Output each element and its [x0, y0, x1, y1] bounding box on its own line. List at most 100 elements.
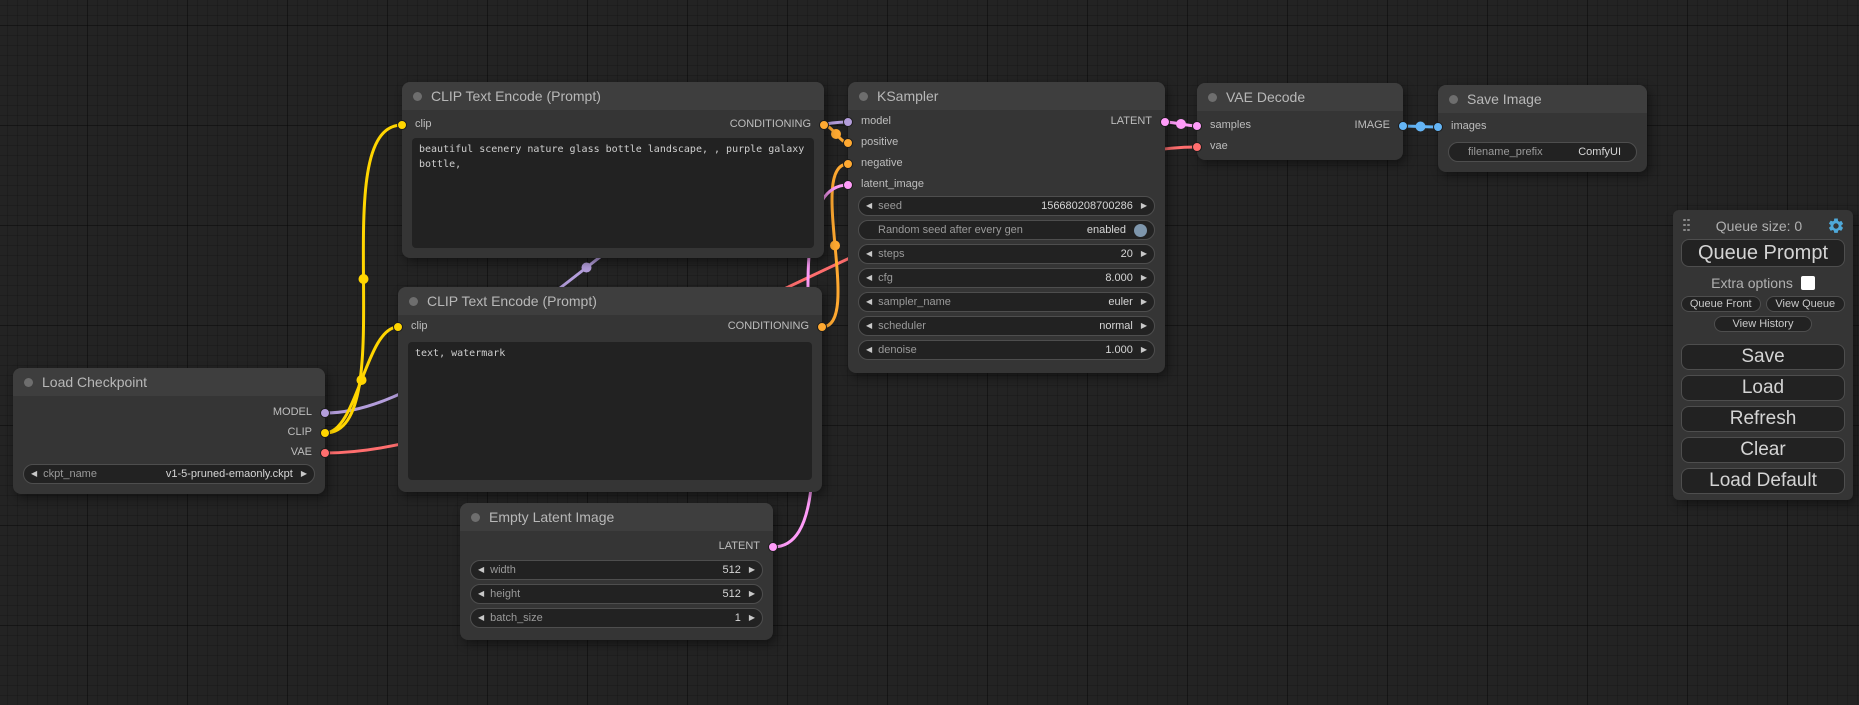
widget-value: euler — [1108, 296, 1132, 308]
widget-label: width — [490, 564, 516, 576]
slot-label-clip: clip — [411, 320, 428, 332]
arrow-left-icon[interactable]: ◀ — [866, 298, 872, 306]
view-queue-button[interactable]: View Queue — [1766, 296, 1846, 312]
widget-value: 156680208700286 — [1041, 200, 1133, 212]
node-clip-encode-2[interactable]: CLIP Text Encode (Prompt)clipCONDITIONIN… — [398, 287, 822, 492]
arrow-right-icon[interactable]: ▶ — [749, 590, 755, 598]
output-port-CONDITIONING[interactable] — [819, 120, 829, 130]
settings-gear-icon[interactable] — [1827, 217, 1845, 235]
arrow-left-icon[interactable]: ◀ — [866, 202, 872, 210]
widget-value: v1-5-pruned-emaonly.ckpt — [166, 468, 293, 480]
widget-label: height — [490, 588, 520, 600]
drag-handle-icon[interactable] — [1683, 219, 1691, 234]
input-port-samples[interactable] — [1192, 121, 1202, 131]
arrow-right-icon[interactable]: ▶ — [1141, 274, 1147, 282]
collapse-dot-icon[interactable] — [859, 92, 868, 101]
node-title-text: Save Image — [1467, 91, 1542, 107]
widget-batch_size[interactable]: ◀batch_size1▶ — [470, 608, 763, 628]
input-port-images[interactable] — [1433, 122, 1443, 132]
slot-label-MODEL: MODEL — [273, 406, 312, 418]
node-save-image[interactable]: Save Image images filename_prefixComfyUI — [1438, 85, 1647, 172]
input-port-latent_image[interactable] — [843, 180, 853, 190]
load-button[interactable]: Load — [1681, 375, 1845, 401]
arrow-left-icon[interactable]: ◀ — [478, 566, 484, 574]
arrow-left-icon[interactable]: ◀ — [31, 470, 37, 478]
widget-scheduler[interactable]: ◀schedulernormal▶ — [858, 316, 1155, 336]
widget-height[interactable]: ◀height512▶ — [470, 584, 763, 604]
slot-label-IMAGE: IMAGE — [1355, 119, 1390, 131]
arrow-left-icon[interactable]: ◀ — [866, 274, 872, 282]
node-title-text: CLIP Text Encode (Prompt) — [427, 293, 597, 309]
widget-Random seed after every gen[interactable]: Random seed after every genenabled — [858, 220, 1155, 240]
node-graph-canvas[interactable]: Load CheckpointMODELCLIPVAE◀ckpt_namev1-… — [0, 0, 1859, 705]
arrow-right-icon[interactable]: ▶ — [301, 470, 307, 478]
save-button[interactable]: Save — [1681, 344, 1845, 370]
arrow-right-icon[interactable]: ▶ — [1141, 250, 1147, 258]
output-port-IMAGE[interactable] — [1398, 121, 1408, 131]
node-title-bar: VAE Decode — [1197, 83, 1403, 111]
input-port-clip[interactable] — [393, 322, 403, 332]
refresh-button[interactable]: Refresh — [1681, 406, 1845, 432]
prompt-textarea[interactable]: beautiful scenery nature glass bottle la… — [412, 138, 814, 248]
output-port-LATENT[interactable] — [768, 542, 778, 552]
node-title-text: KSampler — [877, 88, 938, 104]
node-empty-latent[interactable]: Empty Latent ImageLATENT◀width512▶◀heigh… — [460, 503, 773, 640]
extra-options-checkbox[interactable] — [1801, 276, 1815, 290]
arrow-left-icon[interactable]: ◀ — [478, 614, 484, 622]
widget-steps[interactable]: ◀steps20▶ — [858, 244, 1155, 264]
widget-seed[interactable]: ◀seed156680208700286▶ — [858, 196, 1155, 216]
arrow-right-icon[interactable]: ▶ — [1141, 202, 1147, 210]
slot-label-clip: clip — [415, 118, 432, 130]
arrow-right-icon[interactable]: ▶ — [1141, 298, 1147, 306]
widget-label: cfg — [878, 272, 893, 284]
slot-label-model: model — [861, 115, 891, 127]
arrow-left-icon[interactable]: ◀ — [866, 250, 872, 258]
input-port-clip[interactable] — [397, 120, 407, 130]
collapse-dot-icon[interactable] — [413, 92, 422, 101]
widget-label: sampler_name — [878, 296, 951, 308]
view-history-button[interactable]: View History — [1714, 316, 1812, 332]
node-ksampler[interactable]: KSamplermodelLATENTpositivenegativelaten… — [848, 82, 1165, 373]
input-port-negative[interactable] — [843, 159, 853, 169]
collapse-dot-icon[interactable] — [24, 378, 33, 387]
widget-width[interactable]: ◀width512▶ — [470, 560, 763, 580]
collapse-dot-icon[interactable] — [471, 513, 480, 522]
clear-button[interactable]: Clear — [1681, 437, 1845, 463]
arrow-left-icon[interactable]: ◀ — [866, 322, 872, 330]
arrow-right-icon[interactable]: ▶ — [749, 566, 755, 574]
node-vae-decode[interactable]: VAE DecodesamplesIMAGEvae — [1197, 83, 1403, 160]
queue-prompt-button[interactable]: Queue Prompt — [1681, 239, 1845, 267]
node-title-bar: Save Image — [1438, 85, 1647, 113]
output-port-MODEL[interactable] — [320, 408, 330, 418]
output-port-VAE[interactable] — [320, 448, 330, 458]
collapse-dot-icon[interactable] — [1208, 93, 1217, 102]
node-load-checkpoint[interactable]: Load CheckpointMODELCLIPVAE◀ckpt_namev1-… — [13, 368, 325, 494]
arrow-left-icon[interactable]: ◀ — [478, 590, 484, 598]
input-port-vae[interactable] — [1192, 142, 1202, 152]
slot-label-vae: vae — [1210, 140, 1228, 152]
node-clip-encode-1[interactable]: CLIP Text Encode (Prompt)clipCONDITIONIN… — [402, 82, 824, 258]
prompt-textarea[interactable]: text, watermark — [408, 342, 812, 480]
widget-sampler_name[interactable]: ◀ sampler_name euler ▶ — [858, 292, 1155, 312]
output-port-LATENT[interactable] — [1160, 117, 1170, 127]
widget-denoise[interactable]: ◀denoise1.000▶ — [858, 340, 1155, 360]
input-port-positive[interactable] — [843, 138, 853, 148]
load-default-button[interactable]: Load Default — [1681, 468, 1845, 494]
widget-ckpt_name[interactable]: ◀ckpt_namev1-5-pruned-emaonly.ckpt▶ — [23, 464, 315, 484]
slot-label-images: images — [1451, 120, 1486, 132]
output-port-CONDITIONING[interactable] — [817, 322, 827, 332]
toggle-dot-icon[interactable] — [1134, 224, 1147, 237]
arrow-left-icon[interactable]: ◀ — [866, 346, 872, 354]
slot-label-VAE: VAE — [291, 446, 312, 458]
collapse-dot-icon[interactable] — [1449, 95, 1458, 104]
arrow-right-icon[interactable]: ▶ — [1141, 346, 1147, 354]
queue-front-button[interactable]: Queue Front — [1681, 296, 1761, 312]
arrow-right-icon[interactable]: ▶ — [749, 614, 755, 622]
output-port-CLIP[interactable] — [320, 428, 330, 438]
widget-filename_prefix[interactable]: filename_prefixComfyUI — [1448, 142, 1637, 162]
input-port-model[interactable] — [843, 117, 853, 127]
arrow-right-icon[interactable]: ▶ — [1141, 322, 1147, 330]
widget-label: denoise — [878, 344, 917, 356]
collapse-dot-icon[interactable] — [409, 297, 418, 306]
widget-cfg[interactable]: ◀cfg8.000▶ — [858, 268, 1155, 288]
